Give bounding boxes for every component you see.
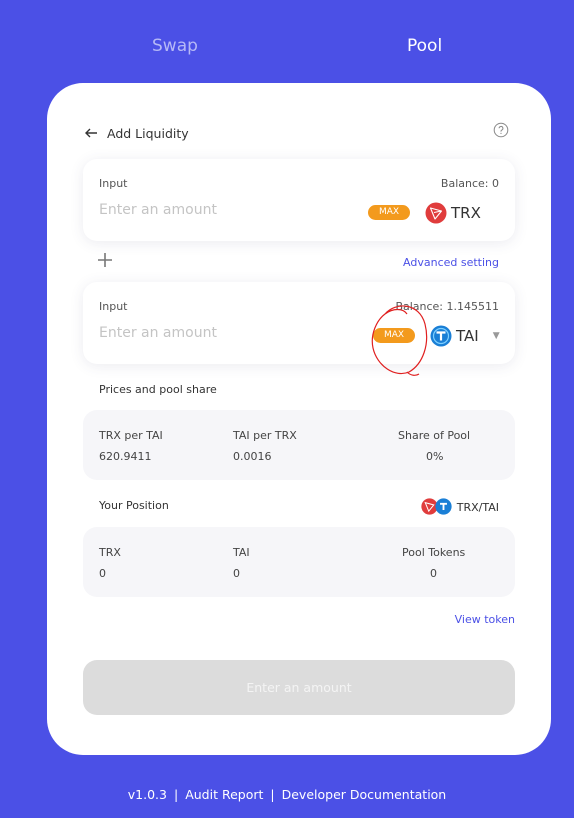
tai-token-icon xyxy=(435,498,452,515)
footer-separator: | xyxy=(270,787,275,802)
arrow-left-icon[interactable] xyxy=(83,125,99,141)
your-position-title: Your Position xyxy=(99,499,169,512)
your-position-box: TRX 0 TAI 0 Pool Tokens 0 xyxy=(83,527,515,597)
pair-label: TRX/TAI xyxy=(421,498,499,516)
trx-token-icon xyxy=(425,202,447,224)
question-circle-icon[interactable] xyxy=(493,122,509,138)
footer-separator: | xyxy=(173,787,179,802)
add-liquidity-card: Add Liquidity Input Balance: 0 MAX TRX A… xyxy=(47,83,551,755)
tai-token-icon xyxy=(430,325,452,347)
card-header: Add Liquidity xyxy=(83,125,189,141)
position-value-trx: 0 xyxy=(99,567,106,580)
balance-text: Balance: 0 xyxy=(440,177,499,190)
token-selector-tai[interactable]: TAI ▼ xyxy=(430,325,500,347)
share-of-pool-value: 0% xyxy=(426,450,444,463)
price-label-trx-per-tai: TRX per TAI xyxy=(99,429,163,442)
amount-input-tai[interactable] xyxy=(97,322,341,344)
input-label: Input xyxy=(99,300,128,313)
price-label-tai-per-trx: TAI per TRX xyxy=(233,429,297,442)
caret-down-icon: ▼ xyxy=(492,331,500,341)
audit-report-link[interactable]: Audit Report xyxy=(185,787,263,802)
input-box-trx: Input Balance: 0 MAX TRX xyxy=(83,159,515,241)
position-value-tai: 0 xyxy=(233,567,240,580)
developer-documentation-link[interactable]: Developer Documentation xyxy=(282,787,447,802)
page-title: Add Liquidity xyxy=(107,125,189,141)
advanced-setting-link[interactable]: Advanced setting xyxy=(403,256,499,269)
token-name: TRX xyxy=(451,204,481,222)
pair-name: TRX/TAI xyxy=(456,500,499,514)
pair-icons xyxy=(421,498,453,516)
position-label-trx: TRX xyxy=(99,546,121,559)
price-value-tai-per-trx: 0.0016 xyxy=(233,450,272,463)
input-box-tai: Input Balance: 1.145511 MAX TAI ▼ xyxy=(83,282,515,364)
plus-icon xyxy=(98,253,112,267)
token-name: TAI xyxy=(456,327,479,345)
tab-swap[interactable]: Swap xyxy=(152,36,198,56)
version-text: v1.0.3 xyxy=(127,787,167,802)
footer: v1.0.3 | Audit Report | Developer Documentat… xyxy=(0,787,574,802)
pool-tokens-label: Pool Tokens xyxy=(402,546,466,559)
share-of-pool-label: Share of Pool xyxy=(398,429,471,442)
pool-tokens-value: 0 xyxy=(430,567,437,580)
max-button-trx[interactable]: MAX xyxy=(368,205,410,220)
input-label: Input xyxy=(99,177,128,190)
tab-pool[interactable]: Pool xyxy=(407,36,442,56)
prices-section-title: Prices and pool share xyxy=(99,383,217,396)
max-button-tai[interactable]: MAX xyxy=(373,328,415,343)
amount-input-trx[interactable] xyxy=(97,199,341,221)
price-value-trx-per-tai: 620.9411 xyxy=(99,450,152,463)
enter-amount-button[interactable]: Enter an amount xyxy=(83,660,515,715)
balance-text: Balance: 1.145511 xyxy=(395,300,499,313)
view-token-link[interactable]: View token xyxy=(455,613,515,626)
token-selector-trx[interactable]: TRX xyxy=(425,202,481,224)
prices-pool-share-box: TRX per TAI 620.9411 TAI per TRX 0.0016 … xyxy=(83,410,515,480)
position-label-tai: TAI xyxy=(233,546,250,559)
